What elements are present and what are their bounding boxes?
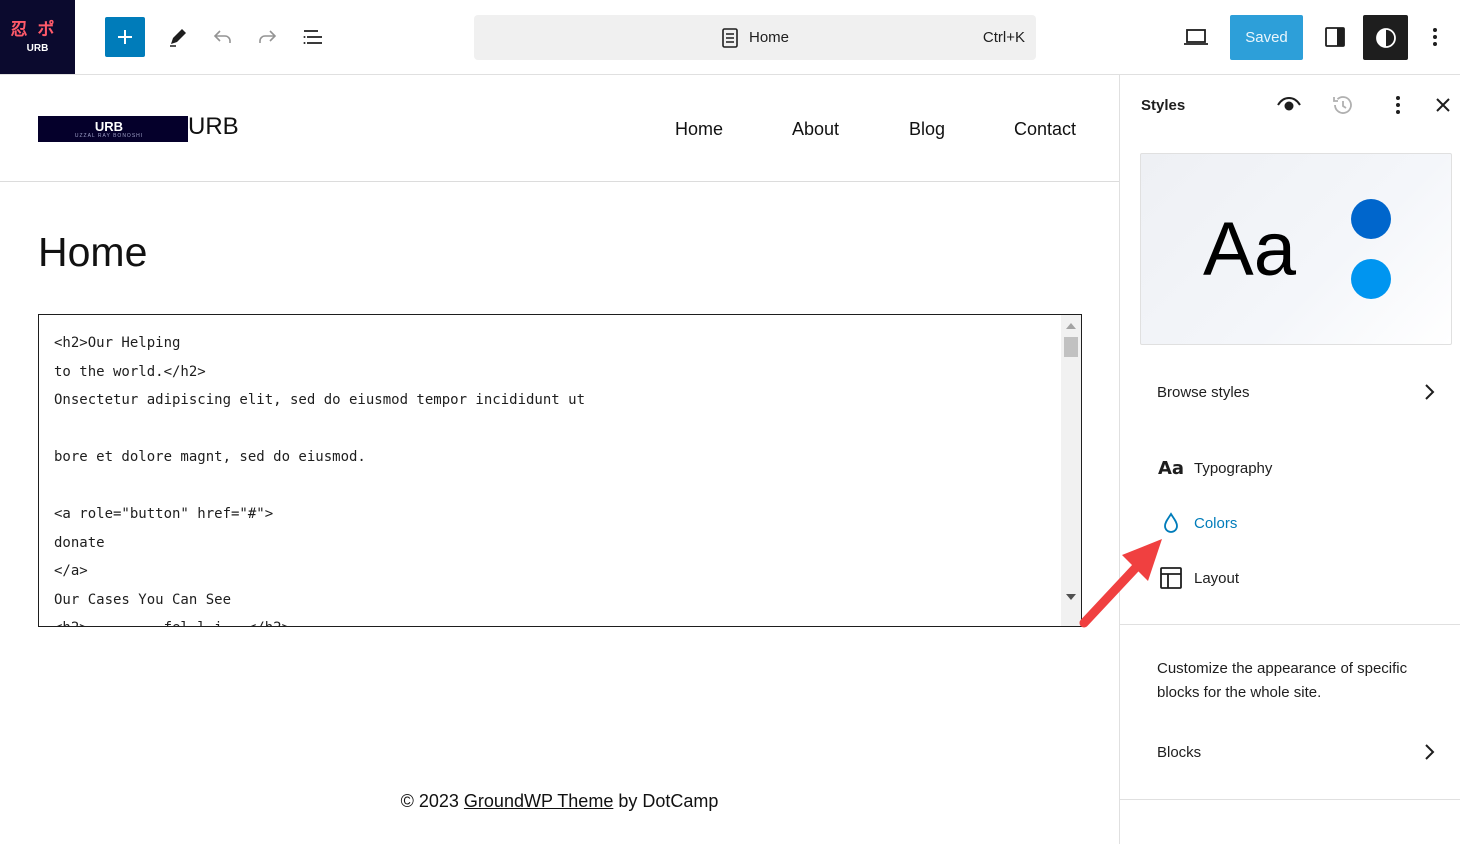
code-line: <h2>Our Helping <box>54 335 181 351</box>
sidebar-divider <box>1120 799 1460 800</box>
nav-item-contact[interactable]: Contact <box>1014 119 1076 140</box>
editor-toolbar: 忍ポ URB Home Ctrl+K Saved <box>0 0 1460 75</box>
site-header: URB UZZAL RAY BONOSHI URB Home About Blo… <box>0 75 1119 182</box>
editor-canvas[interactable]: URB UZZAL RAY BONOSHI URB Home About Blo… <box>0 75 1119 844</box>
styles-sidebar: Styles Aa Browse styles Aa Typography Co… <box>1119 75 1460 844</box>
style-preview[interactable]: Aa <box>1140 153 1452 345</box>
chevron-right-icon <box>1425 744 1435 760</box>
blocks-description: Customize the appearance of specific blo… <box>1157 660 1408 701</box>
list-view-icon <box>303 30 322 44</box>
code-line: Our Cases You Can See <box>54 591 232 608</box>
site-icon-glyphs: 忍ポ <box>10 19 65 40</box>
close-sidebar-button[interactable] <box>1431 93 1455 117</box>
custom-html-block[interactable]: <h2>Our Helping to the world.</h2> Onsecte… <box>38 314 1082 627</box>
device-preview-button[interactable] <box>1176 17 1216 57</box>
code-line: bore et dolore magnt, sed do eiusmod. <box>54 449 366 465</box>
page-icon <box>722 27 738 48</box>
scroll-up-arrow[interactable] <box>1066 323 1076 329</box>
saved-button[interactable]: Saved <box>1230 15 1303 60</box>
footer-theme-link[interactable]: GroundWP Theme <box>464 791 613 811</box>
pencil-icon <box>170 29 186 47</box>
command-title-wrap: Home <box>474 15 1036 60</box>
chevron-right-icon <box>1425 384 1435 400</box>
menu-item-label: Layout <box>1194 569 1240 587</box>
redo-button[interactable] <box>247 17 287 57</box>
sidebar-icon <box>1325 27 1345 47</box>
site-icon-button[interactable]: 忍ポ URB <box>0 0 75 74</box>
nav-item-blog[interactable]: Blog <box>909 119 945 140</box>
undo-icon <box>213 30 231 43</box>
annotation-arrow-icon <box>1079 539 1162 628</box>
site-logo-tagline: UZZAL RAY BONOSHI <box>74 132 144 139</box>
contrast-icon <box>1375 27 1396 48</box>
style-book-button[interactable] <box>1277 93 1301 117</box>
sidebar-title: Styles <box>1141 97 1186 114</box>
sidebar-more-button[interactable] <box>1386 93 1410 117</box>
more-vertical-icon <box>1396 96 1400 114</box>
preview-color-primary <box>1351 199 1391 239</box>
menu-item-label: Colors <box>1194 514 1238 532</box>
nav-item-about[interactable]: About <box>792 119 839 140</box>
sidebar-header: Styles <box>1120 75 1460 135</box>
styles-toggle-button[interactable] <box>1363 15 1408 60</box>
code-editor-text[interactable]: <h2>Our Helping to the world.</h2> Onsecte… <box>54 329 1054 626</box>
site-logo-text: URB <box>94 118 124 134</box>
options-menu-button[interactable] <box>1415 17 1455 57</box>
plus-icon <box>118 30 132 44</box>
settings-sidebar-button[interactable] <box>1315 17 1355 57</box>
code-line: Onsectetur adipiscing elit, sed do eiusm… <box>54 392 586 408</box>
command-palette-bar[interactable]: Home Ctrl+K <box>474 15 1036 60</box>
browse-styles-label: Browse styles <box>1157 383 1250 401</box>
document-overview-button[interactable] <box>293 17 333 57</box>
laptop-icon <box>1184 29 1208 45</box>
code-line: <a role="button" href="#"> <box>54 506 274 522</box>
add-block-button[interactable] <box>105 17 145 57</box>
code-line: <h2> fel l i </h2> <box>54 614 1054 626</box>
nav-item-home[interactable]: Home <box>675 119 723 140</box>
site-title[interactable]: URB <box>188 113 239 141</box>
site-icon-text: URB <box>26 42 49 54</box>
command-title: Home <box>748 29 789 46</box>
preview-color-secondary <box>1351 259 1391 299</box>
tools-button[interactable] <box>158 17 198 57</box>
eye-icon <box>1277 96 1301 111</box>
blocks-row[interactable]: Blocks <box>1120 732 1460 772</box>
close-icon <box>1436 98 1450 112</box>
revisions-button[interactable] <box>1331 93 1355 117</box>
footer-suffix: by DotCamp <box>613 791 719 811</box>
code-line: </a> <box>54 563 88 579</box>
code-line: to the world.</h2> <box>54 363 206 380</box>
blocks-label: Blocks <box>1157 743 1202 761</box>
menu-item-label: Typography <box>1194 459 1273 477</box>
typography-icon: Aa <box>1157 457 1185 479</box>
code-line: donate <box>54 534 105 551</box>
redo-icon <box>259 30 277 43</box>
footer-prefix: © 2023 <box>400 791 464 811</box>
more-vertical-icon <box>1433 28 1437 46</box>
command-shortcut: Ctrl+K <box>982 29 1025 46</box>
history-icon <box>1333 96 1352 114</box>
scroll-thumb[interactable] <box>1064 337 1078 357</box>
site-footer: © 2023 GroundWP Theme by DotCamp <box>0 791 1119 812</box>
page-title[interactable]: Home <box>38 229 147 276</box>
preview-text: Aa <box>1203 207 1296 292</box>
browse-styles-row[interactable]: Browse styles <box>1120 372 1460 412</box>
undo-button[interactable] <box>203 17 243 57</box>
menu-item-typography[interactable]: Aa Typography <box>1158 453 1272 483</box>
site-logo[interactable]: URB UZZAL RAY BONOSHI <box>38 116 188 142</box>
